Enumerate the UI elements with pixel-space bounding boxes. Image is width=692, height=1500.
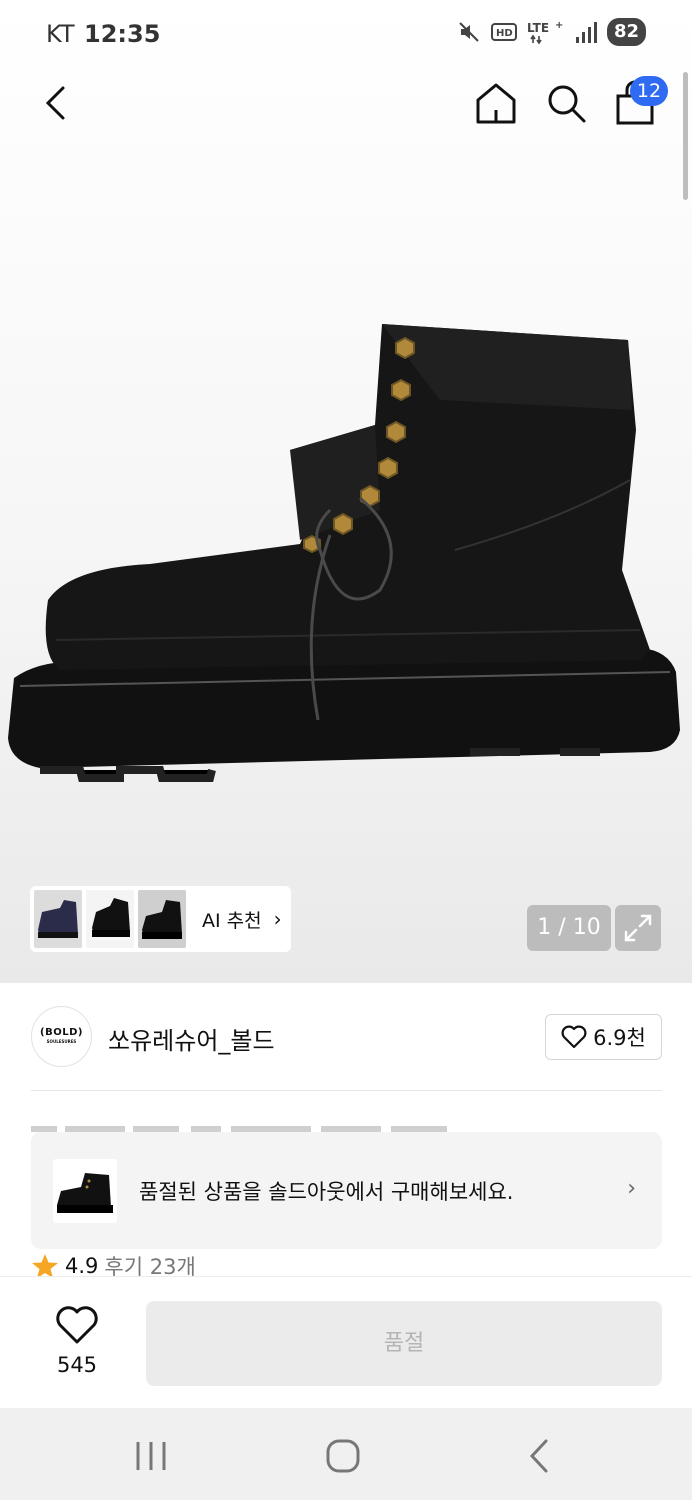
system-navigation-bar xyxy=(0,1408,692,1500)
scroll-indicator[interactable] xyxy=(683,72,688,200)
top-navigation: 12 xyxy=(0,68,692,138)
soldout-button: 품절 xyxy=(146,1301,662,1386)
brand-logo-subtext: SOULESURES xyxy=(46,1039,77,1044)
soldout-link-banner[interactable]: 품절된 상품을 솔드아웃에서 구매해보세요. › xyxy=(31,1132,662,1249)
mute-icon xyxy=(459,22,479,42)
heart-icon[interactable] xyxy=(55,1306,99,1346)
rating-score: 4.9 xyxy=(65,1254,99,1278)
obscured-text xyxy=(31,1126,447,1132)
home-icon[interactable] xyxy=(474,80,518,126)
chevron-right-icon: › xyxy=(273,907,282,931)
hd-icon: HD xyxy=(490,23,517,41)
soldout-banner-text: 품절된 상품을 솔드아웃에서 구매해보세요. xyxy=(139,1180,514,1204)
svg-text:LTE: LTE xyxy=(527,21,549,35)
product-like-count: 545 xyxy=(56,1353,98,1377)
recent-apps-icon[interactable] xyxy=(128,1438,174,1474)
chevron-right-icon: › xyxy=(627,1176,636,1201)
product-image-gallery[interactable]: KT 12:35 HD LTE + 82 12 AI 추천 › 1 / 10 xyxy=(0,0,692,983)
status-bar: KT 12:35 HD LTE + 82 xyxy=(0,0,692,68)
image-pager: 1 / 10 xyxy=(527,905,611,951)
cart-count-badge: 12 xyxy=(630,76,668,106)
lte-icon: LTE + xyxy=(527,20,563,45)
battery-level: 82 xyxy=(606,18,646,46)
thumbnail-image[interactable] xyxy=(138,890,186,948)
brand-like-button[interactable]: 6.9천 xyxy=(545,1014,662,1060)
status-icons: HD LTE + 82 xyxy=(457,18,646,46)
product-detail-screen: KT 12:35 HD LTE + 82 12 AI 추천 › 1 / 10 (… xyxy=(0,0,692,1500)
ai-recommend-label[interactable]: AI 추천 xyxy=(202,906,262,933)
home-button-icon[interactable] xyxy=(320,1436,366,1476)
brand-name[interactable]: 쏘유레슈어_볼드 xyxy=(108,1021,275,1056)
clock: 12:35 xyxy=(84,20,161,48)
bottom-action-bar: 545 품절 xyxy=(0,1276,692,1408)
search-icon[interactable] xyxy=(544,80,588,126)
thumbnail-image[interactable] xyxy=(34,890,82,948)
back-arrow-icon[interactable] xyxy=(36,80,76,126)
thumbnail-image[interactable] xyxy=(86,890,134,948)
product-image xyxy=(8,324,680,782)
svg-text:HD: HD xyxy=(496,28,513,39)
signal-icon xyxy=(575,22,597,43)
brand-logo-text: (BOLD) xyxy=(40,1027,83,1038)
brand-logo[interactable]: (BOLD) SOULESURES xyxy=(31,1006,92,1067)
banner-product-thumbnail xyxy=(53,1159,117,1223)
divider xyxy=(31,1090,662,1091)
carrier-label: KT xyxy=(46,20,75,48)
svg-text:+: + xyxy=(555,20,563,31)
expand-icon[interactable] xyxy=(615,905,661,951)
back-icon[interactable] xyxy=(520,1436,556,1476)
heart-icon xyxy=(561,1025,587,1049)
ai-recommendation-strip[interactable]: AI 추천 › xyxy=(30,886,291,952)
brand-like-count: 6.9천 xyxy=(593,1026,646,1050)
